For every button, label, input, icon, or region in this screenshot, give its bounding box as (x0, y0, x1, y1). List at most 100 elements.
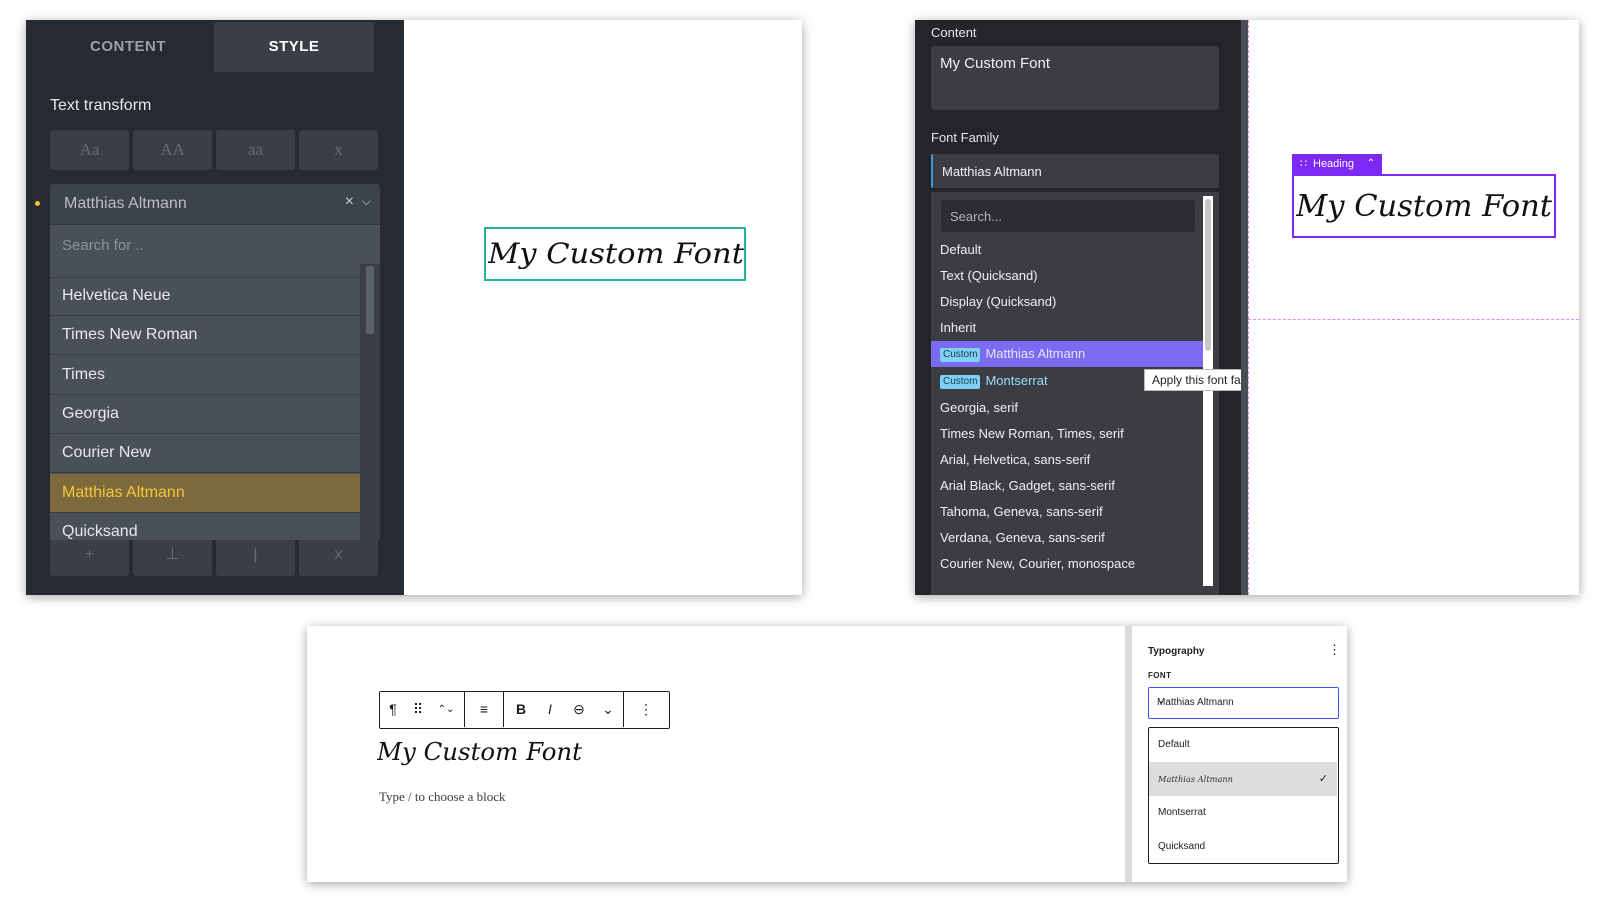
font-option-selected[interactable]: Custom Matthias Altmann (931, 341, 1203, 367)
uppercase-button[interactable]: AA (133, 130, 212, 170)
font-option-label: Montserrat (985, 373, 1048, 388)
custom-badge: Custom (940, 375, 981, 389)
content-value: My Custom Font (940, 55, 1051, 72)
font-select[interactable]: Matthias Altmann ⌄ (1148, 687, 1339, 719)
kebab-menu-icon[interactable]: ⋮ (624, 692, 668, 727)
check-icon: ✓ (1318, 773, 1328, 785)
scrollbar-thumb[interactable] (366, 266, 374, 334)
lowercase-button[interactable]: aa (216, 130, 295, 170)
heading-tag-label: Heading (1313, 158, 1354, 170)
font-option[interactable]: Georgia, serif (931, 395, 1203, 421)
oxygen-editor-panel: Content My Custom Font Font Family Matth… (915, 20, 1579, 595)
move-up-down-icon[interactable]: ⌃⌄ (430, 692, 462, 727)
heading-element[interactable]: My Custom Font (484, 227, 746, 281)
panel-separator (1125, 626, 1132, 882)
list-item[interactable]: Courier New (50, 434, 360, 473)
italic-button[interactable]: I (536, 692, 564, 727)
paragraph-icon[interactable]: ¶ (380, 692, 406, 727)
sidebar-tabs: CONTENT STYLE (26, 20, 404, 72)
capitalize-button[interactable]: Aa (50, 130, 129, 170)
block-toolbar: ¶ ⠿ ⌃⌄ ≡ B I ⊖ ⌄ ⋮ (379, 691, 670, 729)
script-heading-text: My Custom Font (488, 237, 745, 270)
list-item[interactable]: Times (50, 356, 360, 395)
chevron-down-icon[interactable]: ⌵ (362, 194, 371, 209)
font-list-scrollbar[interactable] (360, 264, 380, 540)
align-left-icon[interactable]: ≡ (465, 692, 503, 727)
chevron-down-icon[interactable]: ⌄ (942, 162, 1209, 175)
font-option[interactable]: Times New Roman, Times, serif (931, 421, 1203, 447)
font-label: FONT (1148, 671, 1172, 680)
font-option[interactable]: Verdana, Geneva, sans-serif (931, 525, 1203, 551)
font-option[interactable]: Courier New, Courier, monospace (931, 551, 1203, 577)
align-button[interactable]: | (216, 540, 295, 576)
block-editor-canvas: ¶ ⠿ ⌃⌄ ≡ B I ⊖ ⌄ ⋮ My Custom Font Type /… (307, 626, 1125, 882)
list-item[interactable]: Quicksand (50, 513, 360, 540)
font-option[interactable]: Quicksand (1149, 830, 1337, 863)
custom-badge: Custom (940, 348, 981, 362)
heading-element-tag[interactable]: ∷ Heading ⌃ (1292, 154, 1382, 174)
more-options-chevron-icon[interactable]: ⌄ (594, 692, 622, 727)
list-item[interactable]: Times New Roman (50, 316, 360, 355)
list-item[interactable]: Helvetica (50, 264, 360, 278)
heading-text: My Custom Font (1296, 189, 1553, 224)
tab-content[interactable]: CONTENT (48, 22, 208, 72)
text-align-buttons: + ⊥ | x (50, 540, 380, 576)
font-option[interactable]: Display (Quicksand) (931, 289, 1203, 315)
align-button[interactable]: + (50, 540, 129, 576)
panel-divider[interactable] (1241, 20, 1248, 595)
chevron-down-icon[interactable]: ⌄ (1157, 695, 1330, 706)
align-button[interactable]: ⊥ (133, 540, 212, 576)
font-family-select[interactable]: Matthias Altmann × ⌵ (50, 184, 380, 224)
font-option[interactable]: Arial Black, Gadget, sans-serif (931, 473, 1203, 499)
drag-handle-icon[interactable]: ∷ (1300, 158, 1307, 170)
font-options-list: Default Matthias Altmann ✓ Montserrat Qu… (1148, 727, 1339, 864)
font-option[interactable]: Arial, Helvetica, sans-serif (931, 447, 1203, 473)
content-textarea[interactable]: My Custom Font (931, 46, 1219, 110)
list-item[interactable]: Helvetica Neue (50, 277, 360, 316)
bold-button[interactable]: B (506, 692, 536, 727)
drag-handle-icon[interactable]: ⠿ (406, 692, 430, 727)
dropdown-scrollbar[interactable] (1203, 196, 1213, 586)
font-search-input[interactable]: Search... (941, 200, 1195, 232)
modified-indicator (35, 201, 40, 206)
tab-style[interactable]: STYLE (214, 22, 374, 72)
font-family-dropdown: Search... Default Text (Quicksand) Displ… (931, 192, 1219, 595)
font-option[interactable]: Default (931, 237, 1203, 263)
script-font-preview: Matthias Altmann (1158, 775, 1233, 784)
clear-icon[interactable]: × (345, 193, 354, 211)
content-label: Content (931, 25, 977, 40)
font-option[interactable]: Montserrat (1149, 796, 1337, 830)
font-option[interactable]: Default (1149, 728, 1337, 762)
kebab-menu-icon[interactable]: ⋮ (1328, 642, 1341, 658)
font-search-input[interactable]: Search for .. (50, 224, 380, 264)
font-option-selected[interactable]: Matthias Altmann ✓ (1149, 762, 1337, 796)
font-option[interactable]: Inherit (931, 315, 1203, 341)
chevron-up-icon[interactable]: ⌃ (1367, 154, 1375, 174)
link-icon[interactable]: ⊖ (564, 692, 594, 727)
font-option[interactable]: Text (Quicksand) (931, 263, 1203, 289)
list-item-selected[interactable]: Matthias Altmann (50, 474, 360, 513)
toolbar-divider (503, 692, 504, 727)
heading-element[interactable]: My Custom Font (1292, 174, 1556, 238)
font-option-label: Matthias Altmann (1158, 775, 1233, 784)
font-search-placeholder: Search... (950, 209, 1003, 224)
none-transform-button[interactable]: x (299, 130, 378, 170)
preview-canvas (1248, 20, 1579, 595)
heading-text: My Custom Font (377, 738, 582, 766)
font-family-label: Font Family (931, 130, 999, 145)
block-placeholder[interactable]: Type / to choose a block (379, 789, 506, 805)
section-guide-line (1248, 319, 1579, 320)
text-transform-label: Text transform (50, 97, 152, 114)
scrollbar-thumb[interactable] (1205, 199, 1211, 351)
font-option[interactable]: Tahoma, Geneva, sans-serif (931, 499, 1203, 525)
typography-title: Typography (1148, 646, 1205, 657)
gutenberg-editor-panel: ¶ ⠿ ⌃⌄ ≡ B I ⊖ ⌄ ⋮ My Custom Font Type /… (307, 626, 1347, 882)
script-heading-text: My Custom Font (377, 738, 582, 766)
font-family-select[interactable]: Matthias Altmann ⌄ (931, 154, 1219, 188)
script-heading-text: My Custom Font (1296, 189, 1553, 224)
font-search-placeholder: Search for .. (62, 237, 144, 254)
align-button[interactable]: x (299, 540, 378, 576)
list-item[interactable]: Georgia (50, 395, 360, 434)
text-transform-buttons: Aa AA aa x (50, 130, 380, 170)
properties-sidebar: Content My Custom Font Font Family Matth… (915, 20, 1241, 595)
